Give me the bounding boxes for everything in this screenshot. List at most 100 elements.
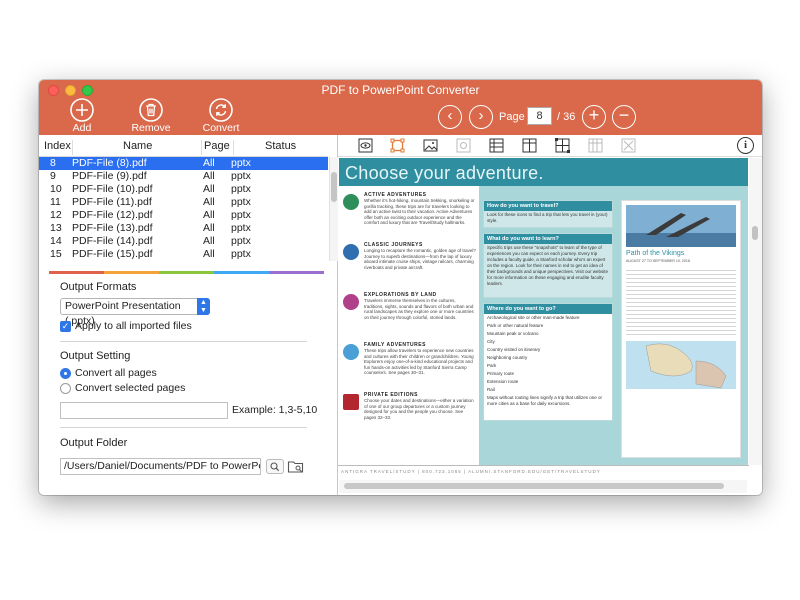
convert-selected-radio[interactable]	[60, 383, 71, 394]
legend-item: Neighboring country	[487, 355, 528, 360]
add-icon	[70, 98, 94, 122]
table-row[interactable]: 11 PDF-File (11).pdf All pptx	[39, 196, 328, 209]
image-region-icon[interactable]	[423, 138, 438, 153]
convert-all-radio[interactable]	[60, 368, 71, 379]
example-label: Example: 1,3-5,10	[232, 404, 318, 416]
toolbar: Add Remove Convert ‹ › Page 8 / 36 + −	[39, 97, 762, 135]
row-name: PDF-File (9).pdf	[72, 170, 147, 182]
next-page-button[interactable]: ›	[469, 105, 493, 129]
scroll-thumb[interactable]	[331, 172, 337, 202]
trash-icon	[139, 98, 163, 122]
legend-item: Extension route	[487, 379, 519, 384]
layout-region-icon[interactable]	[555, 138, 570, 153]
table-row[interactable]: 8 PDF-File (8).pdf All pptx	[39, 157, 328, 170]
chevron-updown-icon: ▲ ▼	[197, 298, 210, 315]
row-status: pptx	[231, 235, 251, 247]
page-number-input[interactable]: 8	[527, 107, 552, 125]
row-page: All	[203, 235, 215, 247]
app-window: PDF to PowerPoint Converter Add Remove C…	[39, 80, 762, 495]
add-label: Add	[72, 122, 92, 134]
info-icon[interactable]: i	[737, 137, 754, 154]
browse-folder-button[interactable]	[287, 459, 305, 474]
row-page: All	[203, 248, 215, 260]
scroll-thumb[interactable]	[752, 226, 758, 240]
legend-item: Park or other natural feature	[487, 323, 544, 328]
file-list-scrollbar[interactable]	[329, 157, 338, 261]
delete-region-icon[interactable]	[621, 138, 636, 153]
row-index: 14	[50, 235, 62, 247]
chevron-left-icon: ‹	[447, 107, 453, 124]
col-index-header[interactable]: Index	[44, 140, 71, 152]
section-text: Longing to recapture the romantic, golde…	[364, 248, 476, 270]
convert-icon	[209, 98, 233, 122]
file-table-header: Index Name Page Status	[39, 135, 328, 157]
window-title: PDF to PowerPoint Converter	[321, 83, 480, 97]
legend-item: Primary route	[487, 371, 515, 376]
box-heading: How do you want to travel?	[484, 201, 612, 211]
row-status: pptx	[231, 170, 251, 182]
learn-box: What do you want to learn? Specific trip…	[483, 233, 613, 298]
remove-button[interactable]: Remove	[121, 97, 181, 134]
col-name-header[interactable]: Name	[123, 140, 152, 152]
col-page-header[interactable]: Page	[204, 140, 230, 152]
table-row[interactable]: 9 PDF-File (9).pdf All pptx	[39, 170, 328, 183]
scroll-thumb[interactable]	[344, 483, 724, 489]
legend-item: Archaeological site or other man-made fe…	[487, 315, 580, 320]
list-item: ACTIVE ADVENTURES Whether it's hot-hikin…	[343, 192, 478, 242]
merge-region-icon[interactable]	[588, 138, 603, 153]
row-name: PDF-File (14).pdf	[72, 235, 153, 247]
row-status: pptx	[231, 209, 251, 221]
apply-all-checkbox[interactable]: ✓	[60, 321, 71, 332]
row-page: All	[203, 157, 215, 169]
search-folder-button[interactable]	[266, 459, 284, 474]
list-item: PRIVATE EDITIONS Choose your dates and d…	[343, 392, 478, 442]
eye-icon[interactable]	[358, 138, 373, 153]
column-region-icon[interactable]	[522, 138, 537, 153]
ship-icon	[343, 244, 359, 260]
table-row[interactable]: 12 PDF-File (12).pdf All pptx	[39, 209, 328, 222]
page-range-input[interactable]	[60, 402, 228, 419]
zoom-window-button[interactable]	[82, 85, 93, 96]
format-select[interactable]: PowerPoint Presentation (.pptx) ▲ ▼	[60, 298, 210, 327]
folder-search-icon	[287, 461, 304, 473]
table-row[interactable]: 10 PDF-File (10).pdf All pptx	[39, 183, 328, 196]
zoom-in-button[interactable]: +	[582, 105, 606, 129]
divider	[60, 341, 307, 342]
col-status-header[interactable]: Status	[265, 140, 296, 152]
chevron-right-icon: ›	[478, 107, 484, 124]
table-row[interactable]: 13 PDF-File (13).pdf All pptx	[39, 222, 328, 235]
convert-button[interactable]: Convert	[191, 97, 251, 134]
section-text: Travelers immerse themselves in the cult…	[364, 298, 474, 320]
minimize-window-button[interactable]	[65, 85, 76, 96]
zoom-out-button[interactable]: −	[612, 105, 636, 129]
prev-page-button[interactable]: ‹	[438, 105, 462, 129]
feature-sidebar: Path of the Vikings AUGUST 27 TO SEPTEMB…	[621, 200, 741, 458]
text-region-icon[interactable]	[456, 138, 471, 153]
box-text: Maps without routing lines signify a tri…	[487, 395, 603, 406]
output-folder-label: Output Folder	[60, 437, 128, 449]
row-page: All	[203, 209, 215, 221]
select-region-icon[interactable]	[390, 138, 405, 153]
family-icon	[343, 344, 359, 360]
close-window-button[interactable]	[48, 85, 59, 96]
page-footer-line	[338, 465, 749, 466]
row-page: All	[203, 196, 215, 208]
page-label: Page	[499, 111, 525, 123]
table-row[interactable]: 15 PDF-File (15).pdf All pptx	[39, 248, 328, 261]
table-region-icon[interactable]	[489, 138, 504, 153]
convert-label: Convert	[202, 122, 240, 134]
preview-horizontal-scrollbar[interactable]	[339, 480, 747, 493]
remove-label: Remove	[131, 122, 171, 134]
add-button[interactable]: Add	[52, 97, 112, 134]
row-index: 12	[50, 209, 62, 221]
output-folder-input[interactable]: /Users/Daniel/Documents/PDF to PowerPoin…	[60, 458, 261, 475]
box-heading: What do you want to learn?	[484, 234, 612, 244]
legend-item: Park	[487, 363, 497, 368]
plus-icon: +	[588, 105, 600, 125]
preview-vertical-scrollbar[interactable]	[749, 158, 762, 465]
table-row[interactable]: 14 PDF-File (14).pdf All pptx	[39, 235, 328, 248]
row-name: PDF-File (12).pdf	[72, 209, 153, 221]
sidebar-text	[626, 267, 736, 337]
row-index: 11	[50, 196, 61, 208]
where-box: Where do you want to go? Archaeological …	[483, 303, 613, 421]
